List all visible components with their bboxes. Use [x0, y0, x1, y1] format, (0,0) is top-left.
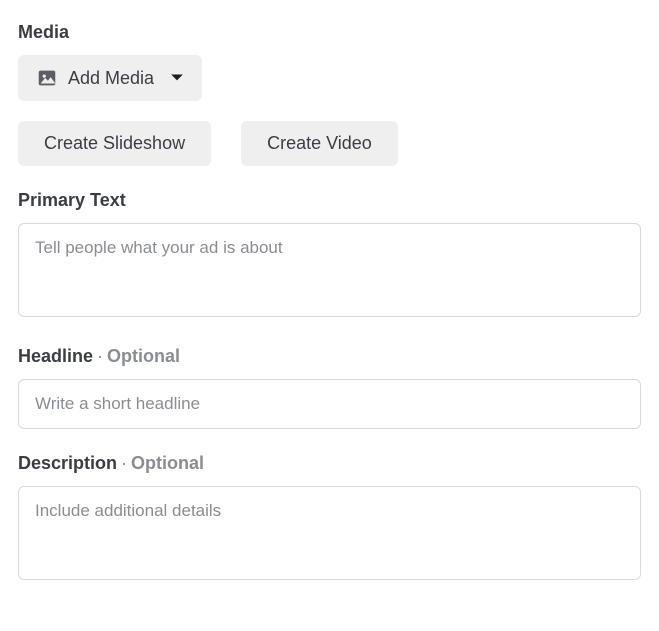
media-section: Media Add Media Create Slideshow Create … — [18, 22, 641, 166]
label-separator: · — [97, 346, 103, 366]
description-section: Description·Optional — [18, 453, 641, 585]
headline-section: Headline·Optional — [18, 346, 641, 429]
create-video-label: Create Video — [267, 133, 372, 154]
media-label: Media — [18, 22, 641, 43]
media-button-row: Create Slideshow Create Video — [18, 121, 641, 166]
add-media-label: Add Media — [68, 68, 154, 89]
primary-text-section: Primary Text — [18, 190, 641, 322]
image-icon — [36, 67, 58, 89]
primary-text-label: Primary Text — [18, 190, 641, 211]
description-label-text: Description — [18, 453, 117, 473]
add-media-button[interactable]: Add Media — [18, 55, 202, 101]
headline-input[interactable] — [18, 379, 641, 429]
description-label: Description·Optional — [18, 453, 641, 474]
description-optional-text: Optional — [131, 453, 204, 473]
create-slideshow-button[interactable]: Create Slideshow — [18, 121, 211, 166]
create-slideshow-label: Create Slideshow — [44, 133, 185, 154]
headline-label: Headline·Optional — [18, 346, 641, 367]
headline-optional-text: Optional — [107, 346, 180, 366]
description-input[interactable] — [18, 486, 641, 580]
create-video-button[interactable]: Create Video — [241, 121, 398, 166]
chevron-down-icon — [170, 71, 184, 85]
primary-text-input[interactable] — [18, 223, 641, 317]
label-separator: · — [121, 453, 127, 473]
headline-label-text: Headline — [18, 346, 93, 366]
